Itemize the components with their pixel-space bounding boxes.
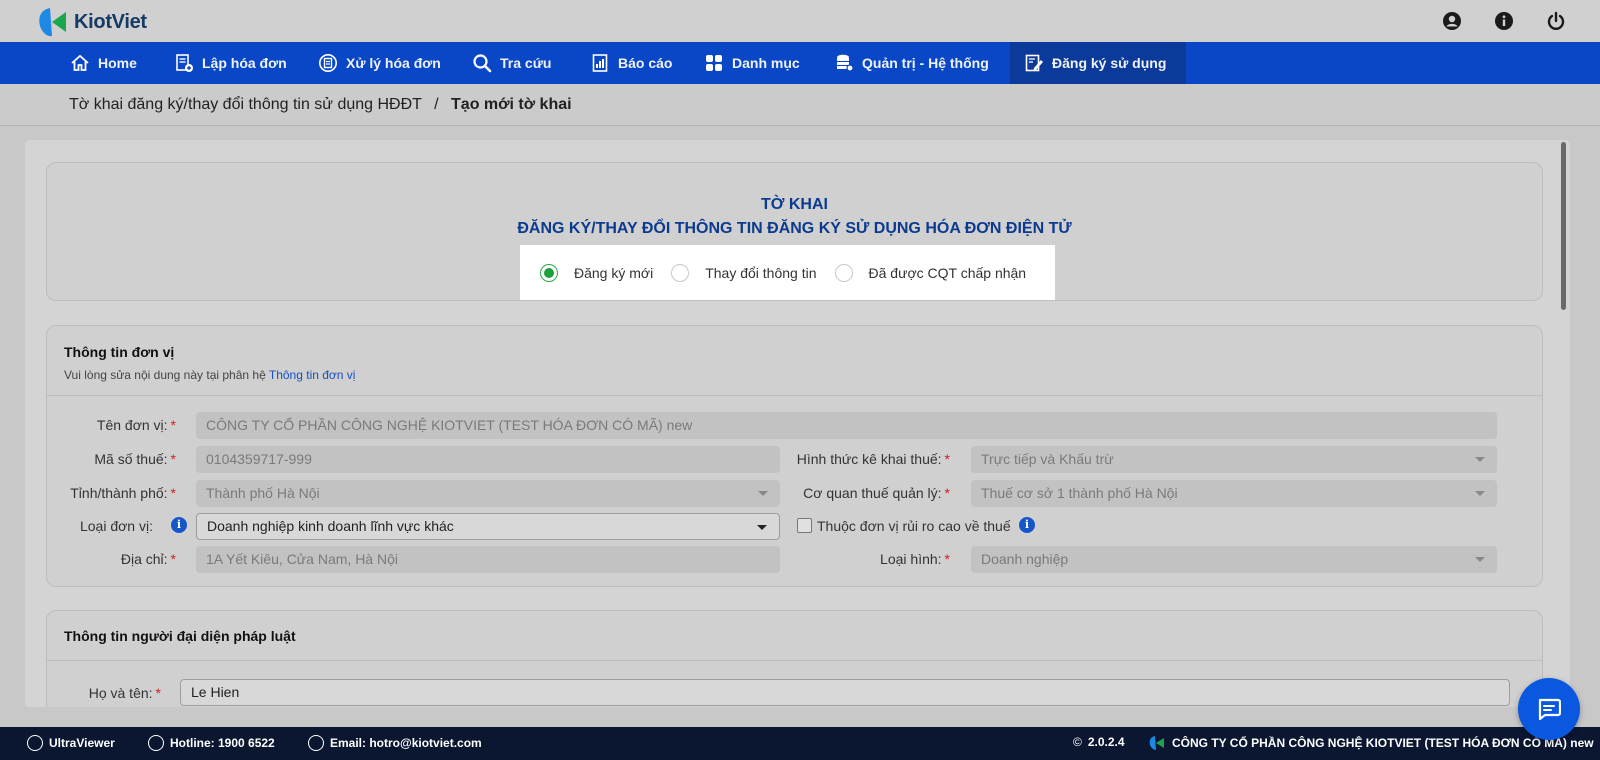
nav-lookup[interactable]: Tra cứu <box>458 42 565 84</box>
unit-info-section: Thông tin đơn vị Vui lòng sửa nội dung n… <box>46 325 1543 587</box>
section-title: Thông tin đơn vị <box>64 344 175 360</box>
high-risk-label[interactable]: Thuộc đơn vị rủi ro cao về thuế <box>817 518 1011 534</box>
chevron-down-icon <box>1475 457 1485 462</box>
nav-system-admin[interactable]: Quản trị - Hệ thống <box>820 42 1003 84</box>
high-risk-checkbox[interactable] <box>797 518 812 533</box>
breadcrumb: Tờ khai đăng ký/thay đổi thông tin sử dụ… <box>69 96 572 114</box>
tax-authority-select: Thuế cơ sở 1 thành phố Hà Nội <box>971 480 1497 507</box>
business-form-select: Doanh nghiệp <box>971 546 1497 573</box>
divider <box>47 660 1542 661</box>
section-note: Vui lòng sửa nội dung này tại phân hệ Th… <box>64 368 356 382</box>
radio-accepted-by-tax[interactable]: Đã được CQT chấp nhận <box>834 263 1026 282</box>
grid-icon <box>706 55 722 71</box>
tax-method-label: Hình thức kê khai thuế: * <box>796 451 950 467</box>
unit-type-select[interactable]: Doanh nghiệp kinh doanh lĩnh vực khác <box>196 513 780 540</box>
breadcrumb-current: Tạo mới tờ khai <box>451 96 572 113</box>
chat-widget-button[interactable] <box>1518 678 1580 740</box>
business-form-label: Loại hình: * <box>880 551 950 567</box>
content-scrollbar[interactable] <box>1561 142 1566 310</box>
email-icon <box>308 735 324 751</box>
radio-dot[interactable] <box>834 263 853 282</box>
invoice-add-icon <box>176 54 193 72</box>
chevron-down-icon <box>757 525 767 530</box>
footer-email[interactable]: Email: hotro@kiotviet.com <box>308 735 482 751</box>
footer-ultraviewer[interactable]: UltraViewer <box>27 735 115 751</box>
declaration-type-radio-group: Đăng ký mới Thay đổi thông tin Đã được C… <box>520 245 1055 300</box>
province-select: Thành phố Hà Nội <box>196 480 780 507</box>
search-icon <box>473 54 492 73</box>
tax-code-field: 0104359717-999 <box>196 446 780 473</box>
main-nav: Home Lập hóa đơn Xử lý hóa đơn Tra cứu B… <box>0 42 1600 84</box>
unit-info-link[interactable]: Thông tin đơn vị <box>269 368 356 382</box>
home-icon <box>71 54 89 71</box>
declaration-subtitle: ĐĂNG KÝ/THAY ĐỔI THÔNG TIN ĐĂNG KÝ SỬ DỤ… <box>517 220 1072 237</box>
footer-version: © 2.0.2.4 <box>1073 735 1125 749</box>
section-title: Thông tin người đại diện pháp luật <box>64 628 296 644</box>
nav-register[interactable]: Đăng ký sử dụng <box>1010 42 1186 84</box>
chat-icon <box>1538 698 1561 720</box>
declaration-title: TỜ KHAI <box>761 196 828 213</box>
user-icon[interactable] <box>1442 11 1462 31</box>
nav-report[interactable]: Báo cáo <box>576 42 686 84</box>
breadcrumb-bar: Tờ khai đăng ký/thay đổi thông tin sử dụ… <box>0 84 1600 126</box>
province-label: Tỉnh/thành phố: * <box>70 485 176 501</box>
tax-authority-label: Cơ quan thuế quản lý: * <box>803 485 950 501</box>
unit-type-label: Loại đơn vị: <box>79 518 153 534</box>
info-icon[interactable]: i <box>1019 517 1035 533</box>
content-panel: TỜ KHAI ĐĂNG KÝ/THAY ĐỔI THÔNG TIN ĐĂNG … <box>25 140 1570 707</box>
power-icon[interactable] <box>1546 11 1566 31</box>
tax-code-label: Mã số thuế: * <box>94 451 176 467</box>
rep-name-input[interactable]: Le Hien <box>180 679 1510 706</box>
logo[interactable]: KiotViet <box>36 6 147 38</box>
radio-dot[interactable] <box>671 263 690 282</box>
kiotviet-logo-icon <box>1149 736 1164 750</box>
database-icon <box>837 54 854 72</box>
nav-process-invoice[interactable]: Xử lý hóa đơn <box>304 42 455 84</box>
unit-name-label: Tên đơn vị: * <box>96 417 176 433</box>
phone-icon <box>148 735 164 751</box>
divider <box>47 395 1542 396</box>
nav-create-invoice[interactable]: Lập hóa đơn <box>160 42 301 84</box>
invoice-process-icon <box>319 54 337 72</box>
info-icon[interactable]: i <box>171 517 187 533</box>
app-name: KiotViet <box>74 10 147 33</box>
legal-rep-section: Thông tin người đại diện pháp luật Họ và… <box>46 610 1543 707</box>
radio-new-registration[interactable]: Đăng ký mới <box>540 263 653 282</box>
address-label: Địa chỉ: * <box>120 551 176 567</box>
info-icon[interactable] <box>1494 11 1514 31</box>
tax-method-select: Trực tiếp và Khấu trừ <box>971 446 1497 473</box>
footer-company: CÔNG TY CỔ PHẦN CÔNG NGHỆ KIOTVIET (TEST… <box>1148 735 1594 751</box>
breadcrumb-parent[interactable]: Tờ khai đăng ký/thay đổi thông tin sử dụ… <box>69 96 422 113</box>
top-bar: KiotViet <box>0 0 1600 42</box>
register-icon <box>1025 54 1043 72</box>
kiotviet-logo-icon <box>39 8 66 37</box>
chevron-down-icon <box>1475 491 1485 496</box>
unit-name-field: CÔNG TY CỔ PHẦN CÔNG NGHỆ KIOTVIET (TEST… <box>196 412 1497 439</box>
footer-bar: UltraViewer Hotline: 1900 6522 Email: ho… <box>0 727 1600 760</box>
footer-hotline[interactable]: Hotline: 1900 6522 <box>148 735 275 751</box>
nav-catalog[interactable]: Danh mục <box>690 42 814 84</box>
radio-dot-selected[interactable] <box>540 263 558 282</box>
chevron-down-icon <box>1475 557 1485 562</box>
declaration-header: TỜ KHAI ĐĂNG KÝ/THAY ĐỔI THÔNG TIN ĐĂNG … <box>46 162 1543 301</box>
ultraviewer-icon <box>27 735 43 751</box>
radio-change-info[interactable]: Thay đổi thông tin <box>671 263 817 282</box>
nav-home[interactable]: Home <box>56 42 151 84</box>
breadcrumb-separator: / <box>434 96 439 113</box>
address-field: 1A Yết Kiêu, Cửa Nam, Hà Nội <box>196 546 780 573</box>
report-icon <box>592 54 608 72</box>
rep-name-label: Họ và tên: * <box>88 685 161 701</box>
